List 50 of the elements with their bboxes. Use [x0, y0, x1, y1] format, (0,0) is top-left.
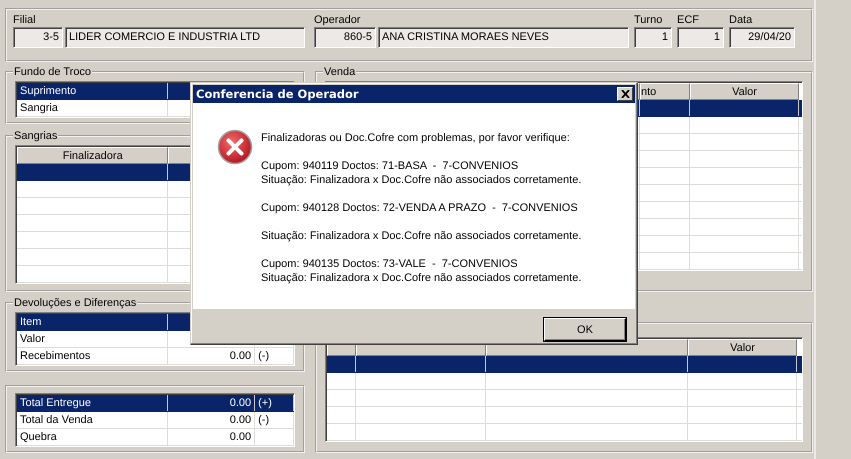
ecf-label: ECF: [677, 14, 699, 27]
table-cell: Quebra: [17, 429, 168, 445]
ok-button[interactable]: OK: [544, 318, 626, 341]
table-cell: Total da Venda: [17, 412, 168, 428]
table-cell: Recebimentos: [17, 348, 168, 364]
date-field[interactable]: 29/04/20: [729, 27, 795, 48]
close-icon: [620, 90, 630, 98]
filial-code-field[interactable]: 3-5: [13, 27, 63, 48]
message-line: Situação: Finalizadora x Doc.Cofre não associados corretamente.: [261, 173, 582, 187]
table-cell: (-): [255, 348, 294, 364]
table-cell: Item: [17, 314, 168, 330]
message-line: Situação: Finalizadora x Doc.Cofre não associados corretamente.: [261, 229, 582, 243]
column-header[interactable]: Valor: [688, 339, 797, 356]
message-line: Finalizadoras ou Doc.Cofre com problemas, por favor verifique:: [261, 131, 571, 145]
table-cell: (+): [255, 395, 294, 411]
column-header[interactable]: nto: [640, 83, 690, 100]
group-title: Sangrias: [13, 130, 58, 142]
message-line: Cupom: 940128 Doctos: 72-VENDA A PRAZO - 7-CONVENIOS: [261, 201, 579, 215]
operador-name-field[interactable]: ANA CRISTINA MORAES NEVES: [378, 27, 629, 48]
group-title: Fundo de Troco: [13, 66, 92, 78]
table-cell: 0.00: [168, 348, 256, 364]
message-line: Cupom: 940119 Doctos: 71-BASA - 7-CONVENIOS: [261, 159, 520, 173]
close-button[interactable]: [617, 87, 633, 101]
group-title: Devoluções e Diferenças: [13, 297, 138, 309]
turno-field[interactable]: 1: [634, 27, 672, 48]
table-row[interactable]: Total Entregue 0.00 (+): [17, 395, 294, 412]
message-line: Cupom: 940135 Doctos: 73-VALE - 7-CONVENIOS: [261, 257, 519, 271]
table-row[interactable]: Total da Venda 0.00 (-): [17, 412, 294, 429]
turno-label: Turno: [634, 14, 662, 27]
column-header[interactable]: Valor: [690, 83, 799, 100]
error-icon: [217, 129, 253, 165]
table-cell: Total Entregue: [17, 395, 168, 411]
table-cell: Sangria: [17, 100, 168, 116]
filial-label: Filial: [13, 14, 36, 27]
table-cell: 0.00: [168, 412, 256, 428]
table-cell: (-): [255, 412, 294, 428]
ecf-field[interactable]: 1: [677, 27, 724, 48]
operador-code-field[interactable]: 860-5: [314, 27, 376, 48]
message-line: Situação: Finalizadora x Doc.Cofre não associados corretamente.: [261, 271, 582, 285]
column-header[interactable]: Finalizadora: [17, 147, 168, 164]
table-cell: Suprimento: [17, 83, 168, 99]
table-cell: Valor: [17, 331, 168, 347]
table-cell: 0.00: [168, 429, 256, 445]
table-cell: 0.00: [168, 395, 256, 411]
operador-label: Operador: [314, 14, 360, 27]
data-label: Data: [729, 14, 752, 27]
table-row[interactable]: Recebimentos 0.00 (-): [17, 348, 294, 365]
filial-name-field[interactable]: LIDER COMERCIO E INDUSTRIA LTD: [65, 27, 305, 48]
table-row[interactable]: Quebra 0.00: [17, 429, 294, 446]
group-title: Venda: [323, 66, 356, 78]
